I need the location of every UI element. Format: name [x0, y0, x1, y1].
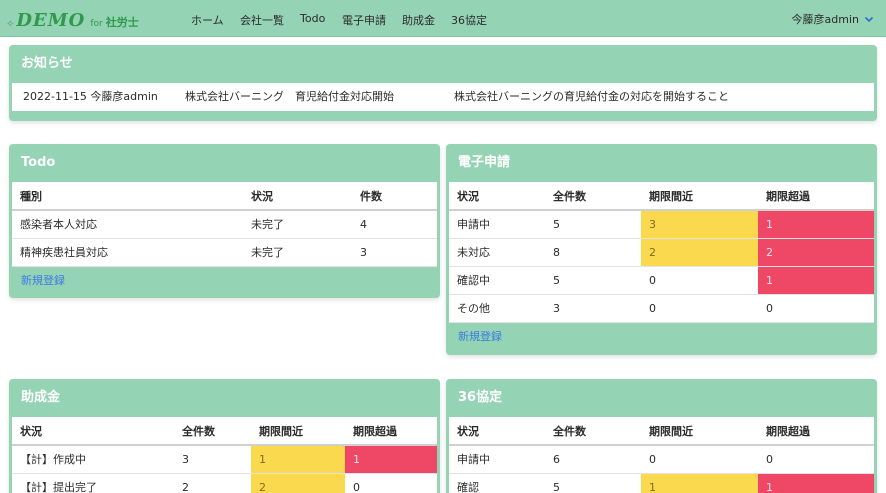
- efiling-new-link[interactable]: 新規登録: [446, 323, 877, 351]
- nav-subsidy[interactable]: 助成金: [402, 12, 435, 28]
- efiling-table: 状況 全件数 期限間近 期限超過 申請中 5 3 1 未対応 8 2 2 確認中…: [449, 182, 874, 323]
- cell-type: 感染者本人対応: [12, 210, 243, 239]
- cell-total: 5: [545, 266, 641, 295]
- cell-overdue: 2: [758, 238, 874, 267]
- todo-card: Todo 種別 状況 件数 感染者本人対応 未完了 4 精神疾患社員対応 未完了…: [9, 144, 440, 298]
- cell-status: 未完了: [243, 238, 352, 267]
- cell-near-deadline: 1: [641, 473, 758, 493]
- cell-overdue: 1: [345, 445, 437, 474]
- cell-count: 4: [352, 210, 437, 239]
- cell-near-deadline: 0: [641, 294, 758, 323]
- col-header: 全件数: [545, 182, 641, 211]
- agreement36-card: 36協定 状況 全件数 期限間近 期限超過 申請中 6 0 0 確認 5 1 1: [446, 379, 877, 493]
- col-header: 期限超過: [345, 417, 437, 446]
- table-row[interactable]: 確認中 5 0 1: [449, 266, 874, 295]
- app-logo[interactable]: ✧ DEMO for 社労士: [6, 8, 139, 30]
- cell-near-deadline: 2: [251, 473, 345, 493]
- cell-overdue: 0: [758, 445, 874, 474]
- cell-status: 未完了: [243, 210, 352, 239]
- cell-near-deadline: 0: [641, 266, 758, 295]
- nav-companies[interactable]: 会社一覧: [240, 12, 284, 28]
- cell-status: 【計】作成中: [12, 445, 174, 474]
- cell-overdue: 1: [758, 473, 874, 493]
- col-header: 期限超過: [758, 182, 874, 211]
- notice-date-user: 2022-11-15 今藤彦admin: [23, 90, 158, 103]
- table-row[interactable]: 確認 5 1 1: [449, 473, 874, 493]
- cell-status: 【計】提出完了: [12, 473, 174, 493]
- todo-new-link[interactable]: 新規登録: [9, 267, 440, 295]
- col-header: 期限超過: [758, 417, 874, 446]
- cell-near-deadline: 2: [641, 238, 758, 267]
- cell-total: 3: [174, 445, 251, 474]
- chevron-down-icon: [864, 16, 874, 23]
- col-header: 全件数: [545, 417, 641, 446]
- cell-type: 精神疾患社員対応: [12, 238, 243, 267]
- cell-total: 8: [545, 238, 641, 267]
- nav-todo[interactable]: Todo: [300, 12, 325, 25]
- notice-card: お知らせ 2022-11-15 今藤彦admin 株式会社バーニング 育児給付金…: [9, 45, 877, 121]
- logo-text: DEMO: [16, 10, 86, 31]
- agreement36-table: 状況 全件数 期限間近 期限超過 申請中 6 0 0 確認 5 1 1: [449, 417, 874, 493]
- user-name: 今藤彦admin: [791, 13, 859, 26]
- table-row[interactable]: 【計】作成中 3 1 1: [12, 445, 437, 474]
- notice-subject: 株式会社バーニング 育児給付金対応開始: [185, 90, 394, 103]
- cell-status: その他: [449, 294, 545, 323]
- table-row[interactable]: 未対応 8 2 2: [449, 238, 874, 267]
- todo-table: 種別 状況 件数 感染者本人対応 未完了 4 精神疾患社員対応 未完了 3: [12, 182, 437, 267]
- cell-total: 5: [545, 210, 641, 239]
- cell-overdue: 1: [758, 210, 874, 239]
- col-header: 状況: [449, 182, 545, 211]
- agreement36-title: 36協定: [458, 390, 503, 405]
- cell-status: 申請中: [449, 445, 545, 474]
- subsidy-card: 助成金 状況 全件数 期限間近 期限超過 【計】作成中 3 1 1 【計】提出完…: [9, 379, 440, 493]
- col-header: 状況: [243, 182, 352, 211]
- todo-title: Todo: [21, 155, 56, 170]
- cell-total: 3: [545, 294, 641, 323]
- cell-status: 未対応: [449, 238, 545, 267]
- col-header: 全件数: [174, 417, 251, 446]
- subsidy-title: 助成金: [21, 390, 61, 405]
- col-header: 期限間近: [641, 182, 758, 211]
- notice-body: 株式会社バーニングの育児給付金の対応を開始すること: [454, 90, 729, 103]
- col-header: 期限間近: [641, 417, 758, 446]
- sparkle-icon: ✧: [6, 19, 15, 30]
- col-header: 期限間近: [251, 417, 345, 446]
- cell-status: 申請中: [449, 210, 545, 239]
- table-row[interactable]: その他 3 0 0: [449, 294, 874, 323]
- user-menu[interactable]: 今藤彦admin: [792, 11, 874, 27]
- cell-overdue: 1: [758, 266, 874, 295]
- cell-near-deadline: 0: [641, 445, 758, 474]
- cell-total: 6: [545, 445, 641, 474]
- table-row[interactable]: 【計】提出完了 2 2 0: [12, 473, 437, 493]
- col-header: 状況: [12, 417, 174, 446]
- table-row[interactable]: 申請中 6 0 0: [449, 445, 874, 474]
- cell-total: 5: [545, 473, 641, 493]
- cell-overdue: 0: [758, 294, 874, 323]
- cell-count: 3: [352, 238, 437, 267]
- nav-agreement36[interactable]: 36協定: [451, 12, 487, 28]
- table-row[interactable]: 精神疾患社員対応 未完了 3: [12, 238, 437, 267]
- col-header: 種別: [12, 182, 243, 211]
- subsidy-table: 状況 全件数 期限間近 期限超過 【計】作成中 3 1 1 【計】提出完了 2 …: [12, 417, 437, 493]
- cell-near-deadline: 3: [641, 210, 758, 239]
- nav-home[interactable]: ホーム: [191, 12, 224, 28]
- notice-row[interactable]: 2022-11-15 今藤彦admin 株式会社バーニング 育児給付金対応開始 …: [12, 83, 874, 111]
- cell-status: 確認中: [449, 266, 545, 295]
- cell-near-deadline: 1: [251, 445, 345, 474]
- col-header: 件数: [352, 182, 437, 211]
- notice-title: お知らせ: [21, 56, 73, 71]
- cell-total: 2: [174, 473, 251, 493]
- cell-status: 確認: [449, 473, 545, 493]
- logo-subtitle: 社労士: [105, 16, 139, 29]
- nav-efiling[interactable]: 電子申請: [342, 12, 386, 28]
- cell-overdue: 0: [345, 473, 437, 493]
- top-navbar: ✧ DEMO for 社労士 ホーム 会社一覧 Todo 電子申請 助成金 36…: [0, 0, 886, 37]
- logo-for-text: for: [90, 19, 103, 29]
- col-header: 状況: [449, 417, 545, 446]
- efiling-title: 電子申請: [458, 155, 511, 170]
- table-row[interactable]: 申請中 5 3 1: [449, 210, 874, 239]
- table-row[interactable]: 感染者本人対応 未完了 4: [12, 210, 437, 239]
- efiling-card: 電子申請 状況 全件数 期限間近 期限超過 申請中 5 3 1 未対応 8 2 …: [446, 144, 877, 355]
